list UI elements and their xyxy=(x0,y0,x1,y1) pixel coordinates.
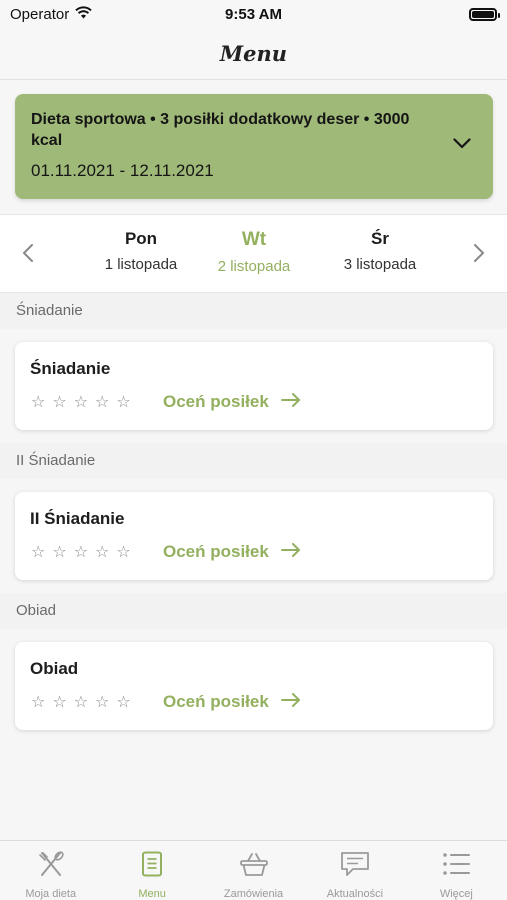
meal-title: II Śniadanie xyxy=(30,509,125,528)
meal-title: Śniadanie xyxy=(30,359,111,378)
tab-moja-dieta[interactable]: Moja dieta xyxy=(0,841,101,900)
tab-label: Moja dieta xyxy=(25,888,77,900)
section-label: Śniadanie xyxy=(16,302,83,319)
day-name: Śr xyxy=(371,229,389,248)
tab-aktualnosci[interactable]: Aktualności xyxy=(304,841,405,900)
day-date: 2 listopada xyxy=(217,258,291,275)
day-item-wt[interactable]: Wt 2 listopada xyxy=(199,229,309,275)
tab-label: Więcej xyxy=(439,888,473,900)
page-title: Menu xyxy=(219,41,288,66)
section-label: Obiad xyxy=(16,602,57,619)
tab-label: Zamówienia xyxy=(223,888,284,900)
star-icon[interactable]: ☆ xyxy=(95,545,109,561)
day-name: Pon xyxy=(124,229,158,248)
menu-document-icon xyxy=(140,851,164,882)
chevron-right-icon[interactable] xyxy=(473,243,485,268)
status-bar: Operator 9:53 AM xyxy=(0,0,507,28)
star-icon[interactable]: ☆ xyxy=(31,545,45,561)
nav-bar: Menu xyxy=(0,28,507,80)
tab-label: Menu xyxy=(138,888,166,900)
diet-selector-card[interactable]: Dieta sportowa • 3 posiłki dodatkowy des… xyxy=(15,94,493,199)
rate-meal-button[interactable]: Oceń posiłek xyxy=(163,542,301,562)
meal-title: Obiad xyxy=(30,659,79,678)
star-icon[interactable]: ☆ xyxy=(31,695,45,711)
rate-meal-button[interactable]: Oceń posiłek xyxy=(163,392,301,412)
star-icon[interactable]: ☆ xyxy=(116,695,130,711)
star-rating[interactable]: ☆ ☆ ☆ ☆ ☆ xyxy=(31,545,131,561)
star-icon[interactable]: ☆ xyxy=(74,395,88,411)
day-date: 3 listopada xyxy=(343,256,417,273)
star-rating[interactable]: ☆ ☆ ☆ ☆ ☆ xyxy=(31,395,131,411)
day-item-pon[interactable]: Pon 1 listopada xyxy=(86,229,196,273)
fork-knife-icon xyxy=(37,851,65,882)
list-more-icon xyxy=(441,851,471,882)
meal-card: II Śniadanie ☆ ☆ ☆ ☆ ☆ Oceń posiłek xyxy=(15,492,493,580)
day-date: 1 listopada xyxy=(104,256,178,273)
meal-card: Obiad ☆ ☆ ☆ ☆ ☆ Oceń posiłek xyxy=(15,642,493,730)
tab-label: Aktualności xyxy=(326,888,384,900)
star-icon[interactable]: ☆ xyxy=(31,395,45,411)
star-icon[interactable]: ☆ xyxy=(52,395,66,411)
carrier-group: Operator xyxy=(10,6,92,23)
star-icon[interactable]: ☆ xyxy=(95,395,109,411)
day-item-sr[interactable]: Śr 3 listopada xyxy=(325,229,435,273)
chevron-left-icon[interactable] xyxy=(22,243,34,268)
rate-meal-label: Oceń posiłek xyxy=(163,692,269,711)
day-selector: Pon 1 listopada Wt 2 listopada Śr 3 list… xyxy=(0,214,507,293)
arrow-right-icon xyxy=(280,692,301,712)
tab-menu[interactable]: Menu xyxy=(101,841,202,900)
star-icon[interactable]: ☆ xyxy=(52,545,66,561)
diet-name: Dieta sportowa • 3 posiłki dodatkowy des… xyxy=(31,111,410,149)
chat-news-icon xyxy=(340,851,370,882)
section-label: II Śniadanie xyxy=(16,452,96,469)
rate-meal-button[interactable]: Oceń posiłek xyxy=(163,692,301,712)
carrier-label: Operator xyxy=(10,5,70,23)
basket-icon xyxy=(239,851,269,882)
rate-meal-label: Oceń posiłek xyxy=(163,392,269,411)
arrow-right-icon xyxy=(280,542,301,562)
star-icon[interactable]: ☆ xyxy=(74,695,88,711)
star-icon[interactable]: ☆ xyxy=(95,695,109,711)
star-icon[interactable]: ☆ xyxy=(52,695,66,711)
section-header-bg xyxy=(0,593,507,629)
diet-dates: 01.11.2021 - 12.11.2021 xyxy=(31,161,214,180)
arrow-right-icon xyxy=(280,392,301,412)
day-name: Wt xyxy=(241,229,267,250)
rate-meal-label: Oceń posiłek xyxy=(163,542,269,561)
meal-card: Śniadanie ☆ ☆ ☆ ☆ ☆ Oceń posiłek xyxy=(15,342,493,430)
tab-bar: Moja dieta Menu Zamówienia Aktualności W… xyxy=(0,840,507,900)
tab-zamowienia[interactable]: Zamówienia xyxy=(203,841,304,900)
tab-wiecej[interactable]: Więcej xyxy=(406,841,507,900)
wifi-icon xyxy=(75,5,92,23)
star-icon[interactable]: ☆ xyxy=(74,545,88,561)
star-icon[interactable]: ☆ xyxy=(116,545,130,561)
battery-icon xyxy=(469,7,500,21)
star-rating[interactable]: ☆ ☆ ☆ ☆ ☆ xyxy=(31,695,131,711)
chevron-down-icon[interactable] xyxy=(453,136,471,154)
star-icon[interactable]: ☆ xyxy=(116,395,130,411)
